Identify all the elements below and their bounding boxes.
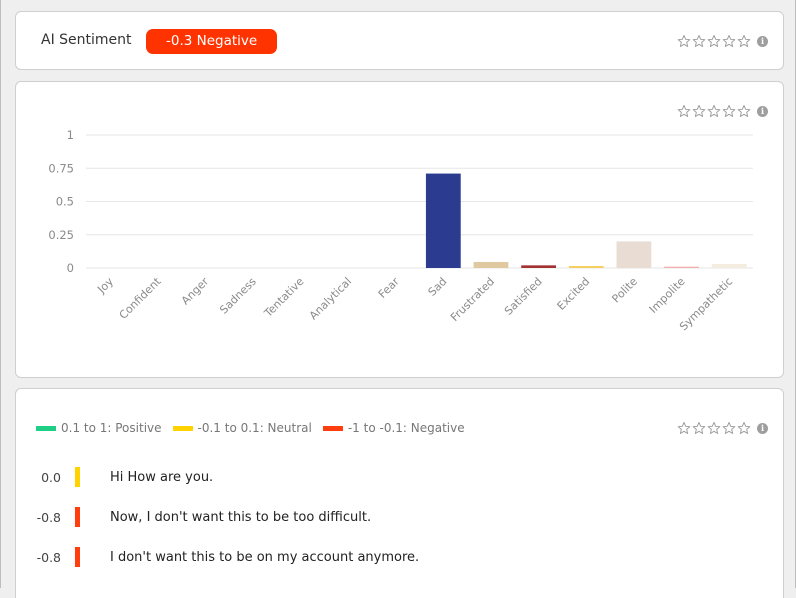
star-outline-icon[interactable] [737,421,751,435]
sentence-text: I don't want this to be on my account an… [110,549,420,565]
star-outline-icon[interactable] [722,34,736,48]
x-tick-label: Excited [555,275,593,313]
sentence-row: 0.0 Hi How are you. [16,466,616,488]
x-tick-label: Analytical [307,275,354,322]
bar-frustrated[interactable] [473,262,509,268]
emotion-bar-chart: 0 0.25 0.5 0.75 1 Joy Confident Anger Sadness Ten… [48,128,753,333]
legend-item: -0.1 to 0.1: Neutral [172,421,312,435]
star-outline-icon[interactable] [722,421,736,435]
legend-label: -1 to -0.1: Negative [347,421,465,435]
x-tick-label: Sadness [217,275,259,317]
x-tick-label: Joy [94,275,116,297]
legend-item: -1 to -0.1: Negative [322,421,465,435]
star-rating[interactable]: i [677,34,768,48]
x-tick-label: Sad [426,275,450,299]
bar-sympathetic[interactable] [711,264,747,268]
x-tick-label: Tentative [261,275,307,321]
bar-satisfied[interactable] [521,265,556,268]
legend-label: 0.1 to 1: Positive [61,421,162,435]
legend-swatch [172,425,193,431]
y-tick-label: 1 [67,128,74,142]
star-outline-icon[interactable] [707,34,721,48]
sentiment-card: AI Sentiment -0.3 Negative i [15,11,784,70]
star-outline-icon[interactable] [692,421,706,435]
star-outline-icon[interactable] [692,34,706,48]
star-outline-icon[interactable] [677,34,691,48]
bar-excited[interactable] [568,266,604,268]
sentence-row: -0.8 Now, I don't want this to be too dif… [16,506,616,528]
info-icon[interactable]: i [757,422,768,434]
y-tick-label: 0.25 [48,228,74,242]
info-icon[interactable]: i [757,35,768,47]
sentence-row: -0.8 I don't want this to be on my accoun… [16,546,616,568]
bar-impolite[interactable] [664,266,699,268]
x-tick-label: Satisfied [502,275,545,318]
x-tick-label: Polite [609,275,640,306]
legend: 0.1 to 1: Positive -0.1 to 0.1: Neutral -1… [36,421,476,435]
bar-polite[interactable] [616,241,652,268]
x-tick-label: Anger [179,275,212,308]
sentiment-indicator [75,507,80,527]
sentence-sentiment-card: 0.1 to 1: Positive -0.1 to 0.1: Neutral -1… [15,388,784,598]
y-tick-label: 0.75 [48,161,74,175]
star-rating[interactable]: i [677,421,768,435]
sentence-score: -0.8 [36,509,61,525]
star-outline-icon[interactable] [677,421,691,435]
sentiment-badge: -0.3 Negative [146,29,278,54]
sentiment-label: AI Sentiment [41,32,132,48]
x-tick-label: Impolite [647,275,688,316]
bar-sad[interactable] [425,173,461,268]
y-tick-label: 0 [67,261,74,275]
emotion-chart-card: i 0 0.25 0.5 0.75 1 Joy Confident Anger Sadness T… [15,81,784,378]
sentence-text: Hi How are you. [110,469,214,485]
legend-item: 0.1 to 1: Positive [36,421,162,435]
star-outline-icon[interactable] [707,421,721,435]
x-tick-label: Frustrated [448,275,497,324]
y-tick-label: 0.5 [56,195,74,209]
legend-swatch [322,425,343,431]
star-outline-icon[interactable] [737,34,751,48]
sentence-score: 0.0 [41,469,61,485]
legend-label: -0.1 to 0.1: Neutral [197,421,312,435]
sentence-text: Now, I don't want this to be too difficu… [110,509,372,525]
sentiment-indicator [75,547,80,567]
x-tick-label: Fear [376,275,402,301]
sentiment-indicator [75,467,80,487]
sentence-score: -0.8 [36,549,61,565]
legend-swatch [36,425,56,431]
x-tick-label: Confident [117,274,164,321]
